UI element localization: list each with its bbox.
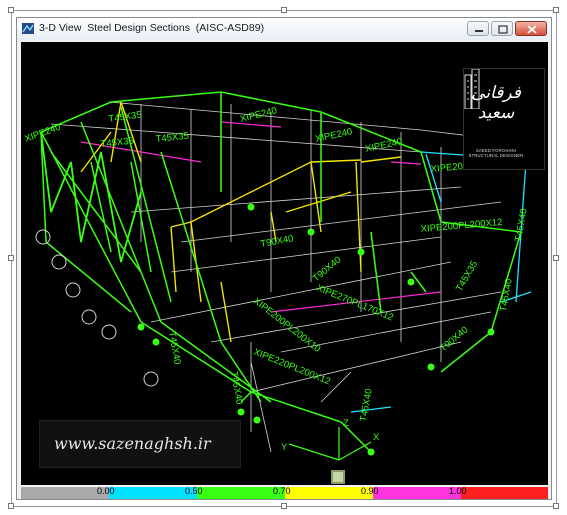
section-label: T45X40 xyxy=(358,388,375,423)
section-label: T90X40 xyxy=(260,233,295,250)
logo-tagline: SAEED FORGHANI STRUCTURAL DESIGNER xyxy=(468,148,524,158)
section-label: T90X40 xyxy=(438,324,471,354)
section-label: T45X35 xyxy=(100,136,134,150)
model-3d-viewport[interactable]: T45X35 T45X35 XIPE240 XIPE240 XIPE240 XI… xyxy=(21,42,548,485)
building-icon xyxy=(464,69,480,109)
legend-segment xyxy=(109,487,197,499)
section-label: XIPE240 xyxy=(314,126,353,145)
legend-segment xyxy=(373,487,461,499)
axis-label-z: Z xyxy=(343,418,349,429)
minimize-button[interactable] xyxy=(467,21,489,36)
section-label: XIPE240 xyxy=(239,105,278,125)
legend-segment xyxy=(285,487,373,499)
global-axes xyxy=(288,427,372,461)
section-label: T45X35 xyxy=(108,109,142,125)
section-label: XIPE200PL200X12 xyxy=(420,217,503,235)
app-icon xyxy=(22,23,34,34)
section-label: XIPE220PL200X12 xyxy=(252,347,332,388)
resize-handle-bottom-center[interactable] xyxy=(281,503,287,509)
stress-ratio-legend: 0.00 0.50 0.70 0.90 1.00 xyxy=(21,486,548,499)
window-title: 3-D View Steel Design Sections (AISC-ASD… xyxy=(39,22,265,34)
resize-handle-middle-left[interactable] xyxy=(8,255,14,261)
resize-handle-bottom-left[interactable] xyxy=(8,503,14,509)
legend-value: 0.90 xyxy=(361,486,379,496)
resize-handle-bottom-right[interactable] xyxy=(553,503,559,509)
section-label: T45X40 xyxy=(513,208,530,243)
section-label: XIPE240 xyxy=(364,136,403,155)
resize-handle-top-center[interactable] xyxy=(281,7,287,13)
legend-value: 0.70 xyxy=(273,486,291,496)
website-watermark: www.sazenaghsh.ir xyxy=(39,420,241,468)
title-bar[interactable]: 3-D View Steel Design Sections (AISC-ASD… xyxy=(17,18,551,40)
legend-value: 0.00 xyxy=(97,486,115,496)
axis-label-y: Y xyxy=(281,442,288,453)
watermark-text: www.sazenaghsh.ir xyxy=(54,434,211,453)
section-label: T45X35 xyxy=(155,131,189,145)
legend-value: 0.50 xyxy=(185,486,203,496)
section-label: T45X35 xyxy=(454,259,480,293)
grid-bubbles xyxy=(35,229,159,387)
designer-logo: فرقانی سعید SAEED FORGHANI STRUCTURAL DE… xyxy=(463,68,545,170)
etabs-3d-view-window: 3-D View Steel Design Sections (AISC-ASD… xyxy=(16,17,552,500)
section-label: T90X40 xyxy=(311,254,344,284)
minimize-icon xyxy=(475,30,483,32)
close-button[interactable] xyxy=(515,21,547,36)
axis-label-x: X xyxy=(373,432,380,443)
resize-handle-middle-right[interactable] xyxy=(553,255,559,261)
resize-handle-top-left[interactable] xyxy=(8,7,14,13)
maximize-button[interactable] xyxy=(491,21,513,36)
resize-handle-top-right[interactable] xyxy=(553,7,559,13)
section-label: T45X40 xyxy=(228,371,245,406)
section-label: XIPE200PL200X10 xyxy=(251,296,322,355)
section-label: T45X40 xyxy=(498,278,515,313)
legend-segment xyxy=(461,487,548,499)
axis-origin-cube-icon xyxy=(331,470,345,484)
close-icon xyxy=(527,25,537,34)
legend-value: 1.00 xyxy=(449,486,467,496)
section-labels: T45X35 T45X35 XIPE240 XIPE240 XIPE240 XI… xyxy=(23,105,529,422)
maximize-icon xyxy=(498,25,508,34)
legend-segment xyxy=(197,487,285,499)
legend-segment xyxy=(21,487,109,499)
